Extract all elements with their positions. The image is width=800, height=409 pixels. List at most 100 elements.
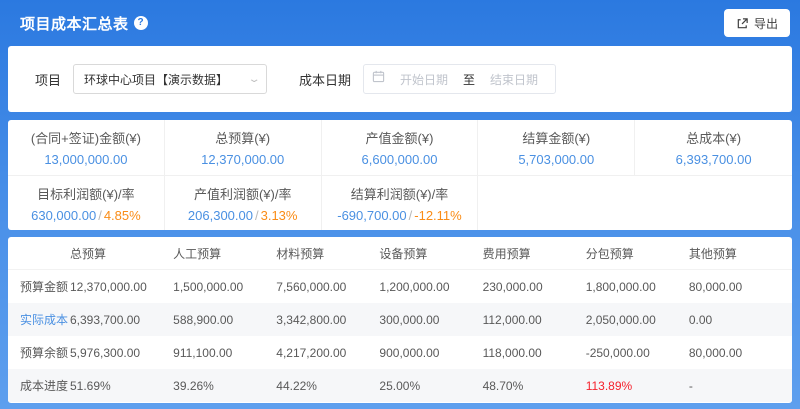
cell: 5,976,300.00: [70, 346, 173, 360]
export-icon: [736, 17, 749, 30]
project-label: 项目: [35, 70, 61, 89]
value-separator: /: [96, 208, 104, 223]
export-button-label: 导出: [754, 15, 778, 32]
cell: 112,000.00: [483, 313, 586, 327]
panel-gap: [0, 230, 800, 237]
table-row-actual-cost: 实际成本 6,393,700.00 588,900.00 3,342,800.0…: [8, 303, 792, 336]
summary-panel: (合同+签证)金额(¥) 13,000,000.00 总预算(¥) 12,370…: [8, 120, 792, 230]
cell: 51.69%: [70, 379, 173, 393]
cell: 300,000.00: [379, 313, 482, 327]
summary-card-label: 产值利润额(¥)/率: [194, 184, 292, 203]
cell: 118,000.00: [483, 346, 586, 360]
value-separator: /: [253, 208, 261, 223]
summary-card-empty: [635, 176, 792, 230]
cell: 48.70%: [483, 379, 586, 393]
cell: 911,100.00: [173, 346, 276, 360]
header-bar: 项目成本汇总表 ? 导出: [0, 0, 800, 46]
column-header-expense-budget: 费用预算: [483, 245, 586, 262]
cell: -250,000.00: [586, 346, 689, 360]
summary-card-value: 6,393,700.00: [676, 152, 752, 167]
summary-card-value: 12,370,000.00: [201, 152, 284, 167]
page-title: 项目成本汇总表: [20, 13, 129, 34]
cell: 7,560,000.00: [276, 280, 379, 294]
cell: 1,500,000.00: [173, 280, 276, 294]
chevron-down-icon: ⌄: [247, 74, 260, 85]
summary-card-value: -690,700.00/-12.11%: [337, 208, 462, 223]
summary-card-output-profit: 产值利润额(¥)/率 206,300.00/3.13%: [165, 176, 322, 230]
summary-card-empty: [478, 176, 635, 230]
profit-amount: 630,000.00: [31, 208, 96, 223]
summary-row-amounts: (合同+签证)金额(¥) 13,000,000.00 总预算(¥) 12,370…: [8, 120, 792, 175]
column-header-labor-budget: 人工预算: [173, 245, 276, 262]
cost-table: 总预算 人工预算 材料预算 设备预算 费用预算 分包预算 其他预算 预算金额 1…: [8, 237, 792, 403]
date-separator: 至: [463, 71, 475, 88]
summary-row-profits: 目标利润额(¥)/率 630,000.00/4.85% 产值利润额(¥)/率 2…: [8, 175, 792, 230]
summary-card-label: 结算利润额(¥)/率: [351, 184, 449, 203]
table-row-budget-amount: 预算金额 12,370,000.00 1,500,000.00 7,560,00…: [8, 270, 792, 303]
start-date-placeholder: 开始日期: [391, 71, 457, 88]
cell: -: [689, 379, 792, 393]
column-header-other-budget: 其他预算: [689, 245, 792, 262]
summary-card-label: (合同+签证)金额(¥): [31, 128, 141, 147]
cell: 2,050,000.00: [586, 313, 689, 327]
project-select-value: 环球中心项目【演示数据】: [84, 71, 250, 88]
summary-card-value: 206,300.00/3.13%: [188, 208, 298, 223]
panel-gap: [0, 112, 800, 120]
summary-card-value: 6,600,000.00: [362, 152, 438, 167]
cell-over-budget: 113.89%: [586, 379, 689, 393]
profit-rate: 4.85%: [104, 208, 141, 223]
profit-rate: 3.13%: [261, 208, 298, 223]
project-select[interactable]: 环球中心项目【演示数据】 ⌄: [73, 64, 267, 94]
column-header-material-budget: 材料预算: [276, 245, 379, 262]
summary-card-label: 产值金额(¥): [366, 128, 434, 147]
column-header-total-budget: 总预算: [70, 245, 173, 262]
summary-card-value: 630,000.00/4.85%: [31, 208, 141, 223]
cost-date-label: 成本日期: [299, 70, 351, 89]
cell: 25.00%: [379, 379, 482, 393]
summary-card-total-budget: 总预算(¥) 12,370,000.00: [165, 120, 322, 175]
end-date-placeholder: 结束日期: [481, 71, 547, 88]
row-label: 预算金额: [8, 278, 70, 295]
cell: 900,000.00: [379, 346, 482, 360]
cell: 39.26%: [173, 379, 276, 393]
summary-card-target-profit: 目标利润额(¥)/率 630,000.00/4.85%: [8, 176, 165, 230]
cell: 230,000.00: [483, 280, 586, 294]
cell: 0.00: [689, 313, 792, 327]
actual-cost-link[interactable]: 实际成本: [8, 311, 70, 328]
cell: 588,900.00: [173, 313, 276, 327]
calendar-icon: [372, 70, 385, 88]
table-row-budget-balance: 预算余额 5,976,300.00 911,100.00 4,217,200.0…: [8, 336, 792, 369]
profit-amount: 206,300.00: [188, 208, 253, 223]
cell: 44.22%: [276, 379, 379, 393]
summary-card-value: 13,000,000.00: [44, 152, 127, 167]
row-label: 成本进度: [8, 377, 70, 394]
summary-card-label: 总成本(¥): [686, 128, 741, 147]
cell: 3,342,800.00: [276, 313, 379, 327]
summary-card-settlement-amount: 结算金额(¥) 5,703,000.00: [478, 120, 635, 175]
column-header-equipment-budget: 设备预算: [379, 245, 482, 262]
date-range-input[interactable]: 开始日期 至 结束日期: [363, 64, 556, 94]
cell: 80,000.00: [689, 280, 792, 294]
cell: 80,000.00: [689, 346, 792, 360]
cell: 6,393,700.00: [70, 313, 173, 327]
table-header-row: 总预算 人工预算 材料预算 设备预算 费用预算 分包预算 其他预算: [8, 237, 792, 270]
summary-card-label: 结算金额(¥): [522, 128, 590, 147]
summary-card-contract-amount: (合同+签证)金额(¥) 13,000,000.00: [8, 120, 165, 175]
summary-card-total-cost: 总成本(¥) 6,393,700.00: [635, 120, 792, 175]
cell: 1,800,000.00: [586, 280, 689, 294]
profit-rate: -12.11%: [414, 208, 461, 223]
summary-card-value: 5,703,000.00: [518, 152, 594, 167]
help-icon[interactable]: ?: [134, 16, 148, 30]
summary-card-output-amount: 产值金额(¥) 6,600,000.00: [322, 120, 479, 175]
summary-card-label: 目标利润额(¥)/率: [37, 184, 135, 203]
profit-amount: -690,700.00: [337, 208, 406, 223]
filter-panel: 项目 环球中心项目【演示数据】 ⌄ 成本日期 开始日期 至 结束日期: [8, 46, 792, 112]
row-label: 预算余额: [8, 344, 70, 361]
summary-card-settlement-profit: 结算利润额(¥)/率 -690,700.00/-12.11%: [322, 176, 479, 230]
summary-card-label: 总预算(¥): [215, 128, 270, 147]
export-button[interactable]: 导出: [724, 9, 790, 37]
table-row-cost-progress: 成本进度 51.69% 39.26% 44.22% 25.00% 48.70% …: [8, 369, 792, 402]
cell: 4,217,200.00: [276, 346, 379, 360]
cell: 12,370,000.00: [70, 280, 173, 294]
cell: 1,200,000.00: [379, 280, 482, 294]
